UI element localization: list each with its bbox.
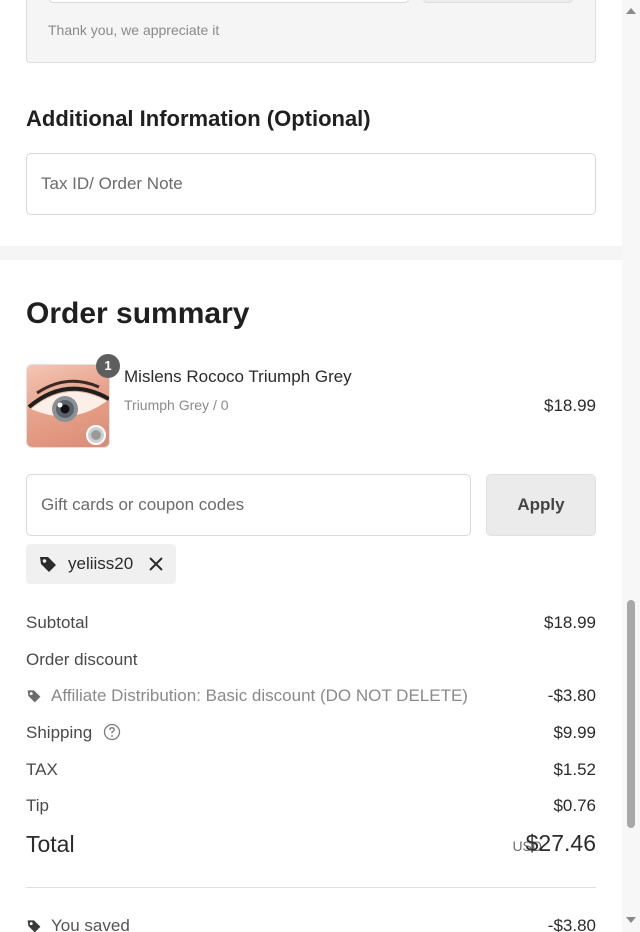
total-label: Total (26, 831, 75, 857)
coupon-code-input[interactable] (26, 474, 471, 536)
close-icon[interactable] (146, 554, 166, 574)
shipping-row: Shipping (26, 723, 121, 743)
tip-thanks-text: Thank you, we appreciate it (48, 22, 220, 38)
tag-icon (27, 690, 41, 703)
you-saved-label: You saved (51, 916, 130, 932)
additional-info-heading: Additional Information (Optional) (26, 106, 371, 131)
tip-update-button[interactable] (423, 0, 573, 3)
order-note-input[interactable] (26, 153, 596, 215)
product-name: Mislens Rococo Triumph Grey (124, 367, 352, 386)
you-saved-value: -$3.80 (547, 916, 596, 932)
discount-detail-line: Affiliate Distribution: Basic discount (… (26, 686, 468, 706)
order-summary-title: Order summary (26, 297, 250, 330)
applied-discount-chip: yeliiss20 (26, 544, 176, 584)
tax-label: TAX (26, 760, 58, 779)
shipping-value: $9.99 (553, 723, 596, 742)
tip-value: $0.76 (553, 796, 596, 815)
discount-detail-label: Affiliate Distribution: Basic discount (… (51, 686, 468, 705)
contact-lens-eye-image (27, 379, 109, 445)
discount-detail-value: -$3.80 (547, 686, 596, 705)
tip-section: Thank you, we appreciate it (26, 0, 596, 63)
vertical-scrollbar[interactable] (622, 0, 640, 932)
tip-label: Tip (26, 796, 49, 815)
tag-icon (40, 557, 56, 572)
product-price: $18.99 (544, 396, 596, 415)
product-thumbnail (26, 364, 110, 448)
shipping-label: Shipping (26, 723, 93, 742)
total-value: $27.46 (525, 830, 596, 856)
you-saved-row: You saved (26, 916, 130, 932)
scroll-down-arrow-icon[interactable] (626, 917, 636, 923)
tip-custom-input[interactable] (49, 0, 409, 3)
scrollbar-thumb[interactable] (627, 600, 635, 828)
subtotal-value: $18.99 (544, 613, 596, 632)
checkout-page: Thank you, we appreciate it Additional I… (0, 0, 640, 932)
summary-divider (26, 887, 596, 888)
product-variant: Triumph Grey / 0 (124, 397, 229, 413)
scroll-up-arrow-icon[interactable] (626, 8, 636, 14)
quantity-badge: 1 (96, 354, 120, 378)
subtotal-label: Subtotal (26, 613, 89, 632)
help-circle-icon[interactable] (103, 723, 121, 741)
tag-icon (27, 920, 41, 932)
order-discount-label: Order discount (26, 650, 138, 669)
apply-coupon-button[interactable]: Apply (486, 474, 596, 536)
section-divider-band (0, 246, 622, 260)
checkout-content: Thank you, we appreciate it Additional I… (0, 0, 622, 932)
discount-code-text: yeliiss20 (68, 554, 134, 573)
tax-value: $1.52 (553, 760, 596, 779)
